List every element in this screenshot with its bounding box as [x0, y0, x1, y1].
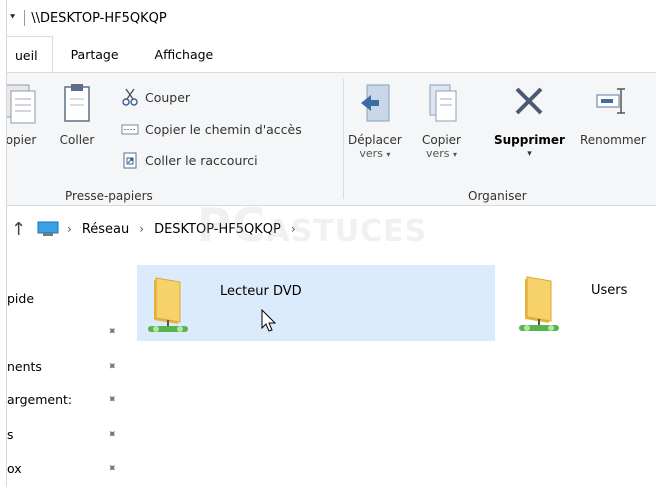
tile-name: Lecteur DVD [220, 284, 302, 299]
nav-item-label: argement: [7, 391, 73, 407]
breadcrumb-desktop[interactable]: DESKTOP-HF5QKQP [154, 222, 281, 237]
navigation-pane: pide ✦ nents ✦ argement: ✦ s ✦ ox ✦ [7, 255, 125, 487]
address-bar: ↑ › Réseau › DESKTOP-HF5QKQP › [7, 211, 656, 247]
network-computer-icon [37, 221, 59, 237]
delete-button[interactable]: Supprimer ▾ [494, 81, 565, 161]
paste-label: Coller [59, 133, 95, 147]
content-area: Lecteur DVD Users [125, 255, 656, 487]
breadcrumb-reseau[interactable]: Réseau [82, 222, 129, 237]
cut-label: Couper [145, 89, 191, 105]
nav-item-label: pide [7, 290, 35, 306]
title-bar: ⯆ \\DESKTOP-HF5QKQP [7, 0, 656, 36]
breadcrumb-separator-icon: › [67, 222, 72, 236]
copy-to-button[interactable]: Copier vers ▾ [422, 81, 461, 162]
title-separator [24, 10, 26, 26]
paste-shortcut-label: Coller le raccourci [145, 152, 258, 168]
copy-path-button[interactable]: Copier le chemin d'accès [121, 118, 302, 140]
nav-item-label: nents [7, 358, 42, 374]
copy-to-label-2: vers ▾ [426, 147, 457, 162]
paste-shortcut-icon [121, 151, 139, 169]
move-to-label-2-text: vers [359, 147, 383, 160]
tab-affichage-label: Affichage [154, 47, 214, 62]
tab-accueil-label: ueil [15, 47, 38, 63]
pin-icon[interactable]: ✦ [103, 357, 120, 374]
copy-to-chevron-down-icon: ▾ [453, 150, 458, 159]
network-share-tile[interactable]: Users [513, 265, 656, 341]
network-share-tile[interactable]: Lecteur DVD [137, 265, 495, 341]
pin-icon[interactable]: ✦ [103, 459, 120, 476]
pin-icon[interactable]: ✦ [103, 390, 120, 407]
nav-item-images[interactable]: s ✦ [7, 421, 120, 447]
nav-item-label: s [7, 426, 14, 442]
copy-to-icon [424, 81, 460, 127]
paste-button[interactable]: Coller [59, 81, 95, 147]
network-folder-icon [515, 269, 573, 337]
copy-button[interactable]: opier [6, 81, 39, 147]
organize-group-label: Organiser [468, 189, 527, 203]
nav-item-telechargements[interactable]: argement: ✦ [7, 386, 120, 412]
pin-icon[interactable]: ✦ [103, 425, 120, 442]
move-to-label-1: Déplacer [348, 133, 402, 147]
nav-item-label: ox [7, 460, 22, 476]
tile-name: Users [591, 283, 628, 298]
ribbon-tabs: ueil Partage Affichage [7, 36, 656, 73]
move-to-chevron-down-icon: ▾ [386, 150, 391, 159]
copy-icon [7, 81, 39, 127]
up-arrow-icon[interactable]: ↑ [11, 219, 37, 240]
nav-item-acces-rapide[interactable]: pide [7, 285, 117, 311]
paste-shortcut-button[interactable]: Coller le raccourci [121, 149, 258, 171]
nav-item-dropbox[interactable]: ox ✦ [7, 455, 120, 481]
quick-access-dropdown-icon[interactable]: ⯆ [9, 13, 16, 23]
move-to-icon [357, 81, 393, 127]
clipboard-group-label: Presse-papiers [65, 189, 153, 203]
clipboard-group: opier Coller Couper Copier le chemin d'a… [7, 73, 343, 206]
copy-to-label-1: Copier [422, 133, 461, 147]
clipboard-icon [59, 81, 95, 127]
nav-item-pinned[interactable]: ✦ [7, 318, 120, 344]
window-title: \\DESKTOP-HF5QKQP [31, 10, 167, 26]
delete-chevron-down-icon: ▾ [527, 149, 532, 159]
pin-icon[interactable]: ✦ [103, 322, 120, 339]
explorer-window: ⯆ \\DESKTOP-HF5QKQP ueil Partage Afficha… [6, 0, 656, 487]
move-to-label-2: vers ▾ [359, 147, 390, 162]
move-to-button[interactable]: Déplacer vers ▾ [348, 81, 402, 162]
tab-partage[interactable]: Partage [53, 36, 137, 73]
rename-button[interactable]: Renommer [580, 81, 646, 147]
organize-group: Déplacer vers ▾ Copier vers ▾ Supprimer … [344, 73, 656, 206]
copy-path-label: Copier le chemin d'accès [145, 121, 302, 137]
tab-partage-label: Partage [70, 47, 119, 62]
cut-button[interactable]: Couper [121, 86, 190, 108]
copy-to-label-2-text: vers [425, 147, 450, 160]
copy-label: opier [6, 133, 37, 147]
tab-accueil[interactable]: ueil [7, 36, 53, 73]
scissors-icon [121, 88, 139, 106]
rename-icon [595, 81, 631, 127]
nav-item-documents[interactable]: nents ✦ [7, 353, 120, 379]
tab-affichage[interactable]: Affichage [137, 36, 232, 73]
delete-label: Supprimer [494, 133, 565, 147]
ribbon: opier Coller Couper Copier le chemin d'a… [7, 72, 656, 206]
breadcrumb-separator-icon[interactable]: › [291, 222, 296, 236]
network-folder-icon [144, 270, 202, 338]
close-x-icon [511, 81, 547, 127]
breadcrumb-separator-icon: › [139, 222, 145, 236]
mouse-cursor-icon [261, 309, 277, 332]
copy-path-icon [121, 120, 139, 138]
rename-label: Renommer [580, 133, 646, 147]
